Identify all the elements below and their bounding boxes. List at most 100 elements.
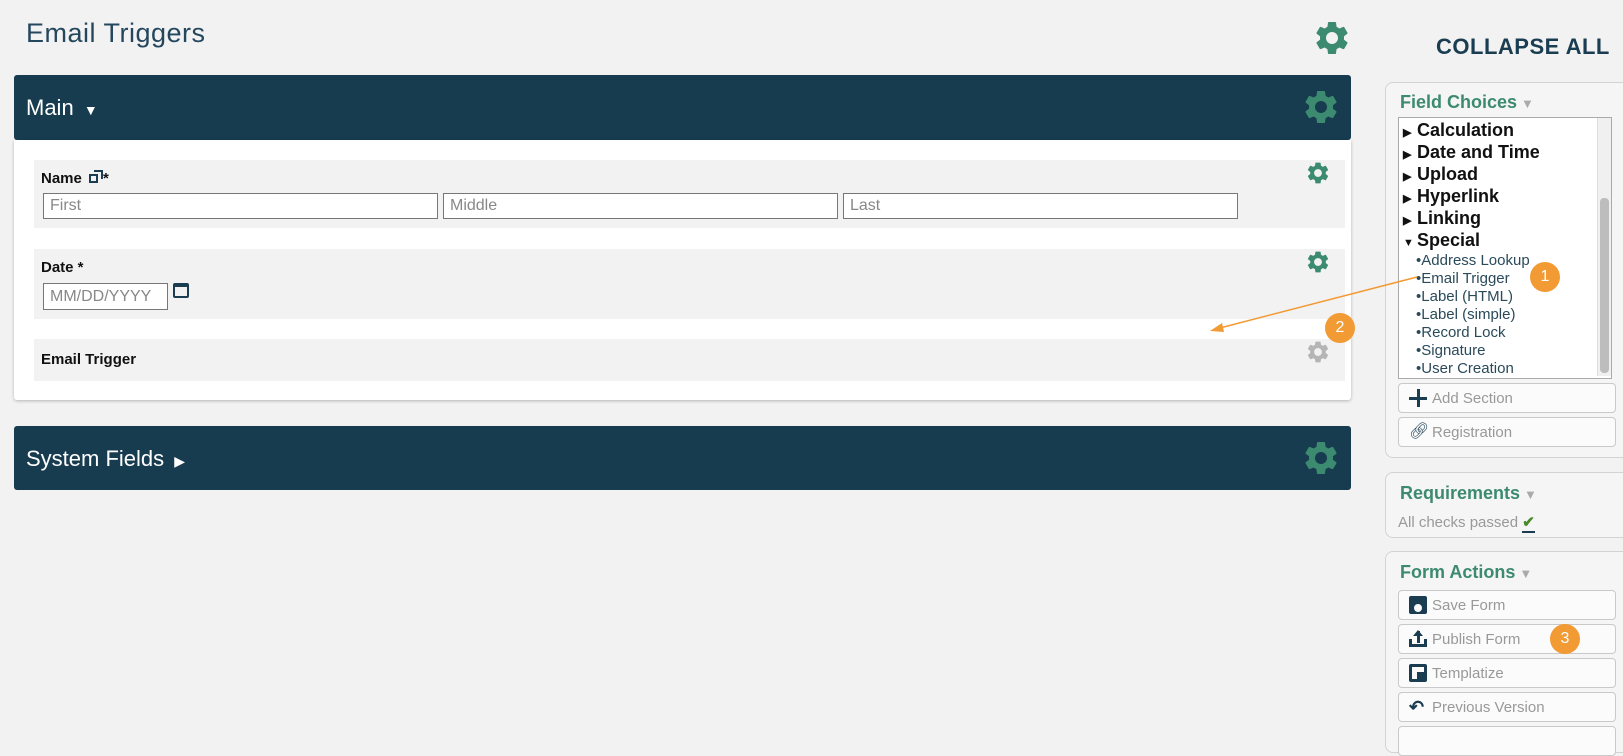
first-name-input[interactable] — [43, 193, 438, 219]
expand-icon: ▶ — [1403, 149, 1412, 161]
category-label: Calculation — [1417, 120, 1515, 140]
field-choice-label: Address Lookup — [1421, 252, 1530, 269]
field-choices-title-text: Field Choices — [1400, 92, 1518, 112]
category-upload[interactable]: ▶ Upload — [1403, 164, 1478, 185]
date-field-row: Date * — [34, 249, 1345, 319]
field-choice-label: Record Lock — [1421, 324, 1506, 341]
registration-button[interactable]: 🔗︎ Registration — [1398, 417, 1616, 447]
annotation-badge-3: 3 — [1550, 624, 1580, 654]
scrollbar-thumb[interactable] — [1600, 198, 1609, 373]
category-hyperlink[interactable]: ▶ Hyperlink — [1403, 186, 1499, 207]
save-form-label: Save Form — [1432, 597, 1506, 614]
main-section-header[interactable]: Main ▼ — [14, 75, 1351, 140]
name-field-label: Name * — [41, 170, 109, 187]
requirements-status: All checks passed ✔ — [1398, 513, 1535, 533]
email-trigger-field-label: Email Trigger — [41, 351, 137, 368]
save-icon — [1409, 596, 1427, 614]
form-actions-title[interactable]: Form Actions ▼ — [1400, 562, 1532, 583]
field-choice-label: User Creation — [1421, 360, 1514, 377]
category-label: Linking — [1417, 208, 1481, 228]
field-choice-address-lookup[interactable]: •Address Lookup — [1416, 252, 1530, 269]
category-label: Hyperlink — [1417, 186, 1500, 206]
system-fields-gear-icon[interactable] — [1301, 438, 1341, 478]
checkmark-icon: ✔ — [1522, 514, 1535, 533]
expand-icon: ▶ — [1403, 171, 1412, 183]
system-fields-label: System Fields — [26, 446, 165, 471]
collapse-all-button[interactable]: COLLAPSE ALL — [1436, 34, 1610, 60]
date-input[interactable] — [43, 283, 168, 310]
form-actions-title-text: Form Actions — [1400, 562, 1516, 582]
date-field-gear-icon[interactable] — [1305, 249, 1331, 275]
field-choices-panel: Field Choices ▼ ▶ Calculation ▶ Date and Ti… — [1385, 82, 1623, 458]
field-choice-signature[interactable]: •Signature — [1416, 342, 1485, 359]
plus-icon — [1409, 389, 1427, 407]
category-calculation[interactable]: ▶ Calculation — [1403, 120, 1514, 141]
system-fields-section-header[interactable]: System Fields ▶ — [14, 426, 1351, 490]
copy-icon[interactable] — [89, 170, 104, 184]
name-label-text: Name — [41, 170, 82, 187]
caret-down-icon: ▼ — [83, 102, 98, 118]
page-title: Email Triggers — [26, 18, 206, 48]
caret-right-icon: ▶ — [174, 453, 186, 469]
field-choices-title[interactable]: Field Choices ▼ — [1400, 92, 1534, 113]
main-section-gear-icon[interactable] — [1301, 87, 1341, 127]
caret-down-icon: ▼ — [1521, 96, 1534, 111]
middle-name-input[interactable] — [443, 193, 838, 219]
link-icon: 🔗︎ — [1409, 423, 1430, 440]
expand-icon: ▶ — [1403, 127, 1412, 139]
field-choices-scrollbar[interactable] — [1597, 118, 1611, 376]
add-section-button[interactable]: Add Section — [1398, 383, 1616, 413]
email-trigger-field-gear-icon[interactable] — [1305, 339, 1331, 365]
field-choice-label-html[interactable]: •Label (HTML) — [1416, 288, 1513, 305]
template-icon — [1409, 664, 1427, 682]
requirements-panel: Requirements ▼ All checks passed ✔ — [1385, 472, 1623, 538]
field-choice-label-simple[interactable]: •Label (simple) — [1416, 306, 1515, 323]
main-section-title[interactable]: Main ▼ — [26, 95, 98, 121]
upload-icon — [1409, 630, 1427, 648]
registration-label: Registration — [1432, 424, 1513, 441]
name-field-row: Name * — [34, 160, 1345, 228]
field-choice-label: Email Trigger — [1421, 270, 1510, 287]
required-mark: * — [103, 170, 109, 187]
category-linking[interactable]: ▶ Linking — [1403, 208, 1481, 229]
previous-version-button[interactable]: ↶ Previous Version — [1398, 692, 1616, 722]
form-actions-panel: Form Actions ▼ Save Form Publish Form Tem… — [1385, 551, 1623, 756]
date-field-label: Date * — [41, 259, 84, 276]
publish-form-button[interactable]: Publish Form — [1398, 624, 1616, 654]
caret-down-icon: ▼ — [1524, 487, 1537, 502]
save-form-button[interactable]: Save Form — [1398, 590, 1616, 620]
add-section-label: Add Section — [1432, 390, 1513, 407]
annotation-badge-2: 2 — [1325, 313, 1355, 343]
previous-version-label: Previous Version — [1432, 699, 1545, 716]
templatize-button[interactable]: Templatize — [1398, 658, 1616, 688]
field-choice-label: Signature — [1421, 342, 1486, 359]
annotation-badge-1: 1 — [1530, 262, 1560, 292]
collapse-icon: ▼ — [1403, 237, 1414, 249]
name-field-gear-icon[interactable] — [1305, 160, 1331, 186]
system-fields-title[interactable]: System Fields ▶ — [26, 446, 185, 472]
requirements-title-text: Requirements — [1400, 483, 1521, 503]
field-choice-label: Label (HTML) — [1421, 288, 1513, 305]
publish-form-label: Publish Form — [1432, 631, 1521, 648]
category-label: Special — [1417, 230, 1481, 250]
main-section-body: Name * Date * Email Trigger — [14, 140, 1351, 400]
undo-icon: ↶ — [1409, 697, 1425, 717]
last-name-input[interactable] — [843, 193, 1238, 219]
requirements-title[interactable]: Requirements ▼ — [1400, 483, 1537, 504]
field-choices-list[interactable]: ▶ Calculation ▶ Date and Time ▶ Upload ▶ Hyp… — [1398, 117, 1612, 379]
category-special[interactable]: ▼ Special — [1403, 230, 1480, 251]
field-choice-email-trigger[interactable]: •Email Trigger — [1416, 270, 1510, 287]
templatize-label: Templatize — [1432, 665, 1504, 682]
category-date-and-time[interactable]: ▶ Date and Time — [1403, 142, 1540, 163]
form-settings-gear-icon[interactable] — [1312, 18, 1352, 58]
field-choice-user-creation[interactable]: •User Creation — [1416, 360, 1514, 377]
requirements-status-text: All checks passed — [1398, 514, 1519, 531]
calendar-icon[interactable] — [173, 283, 189, 298]
more-actions-button[interactable] — [1398, 726, 1616, 756]
field-choice-record-lock[interactable]: •Record Lock — [1416, 324, 1505, 341]
main-section-label: Main — [26, 95, 74, 120]
category-label: Upload — [1417, 164, 1478, 184]
expand-icon: ▶ — [1403, 215, 1412, 227]
caret-down-icon: ▼ — [1519, 566, 1533, 581]
category-label: Date and Time — [1417, 142, 1540, 162]
